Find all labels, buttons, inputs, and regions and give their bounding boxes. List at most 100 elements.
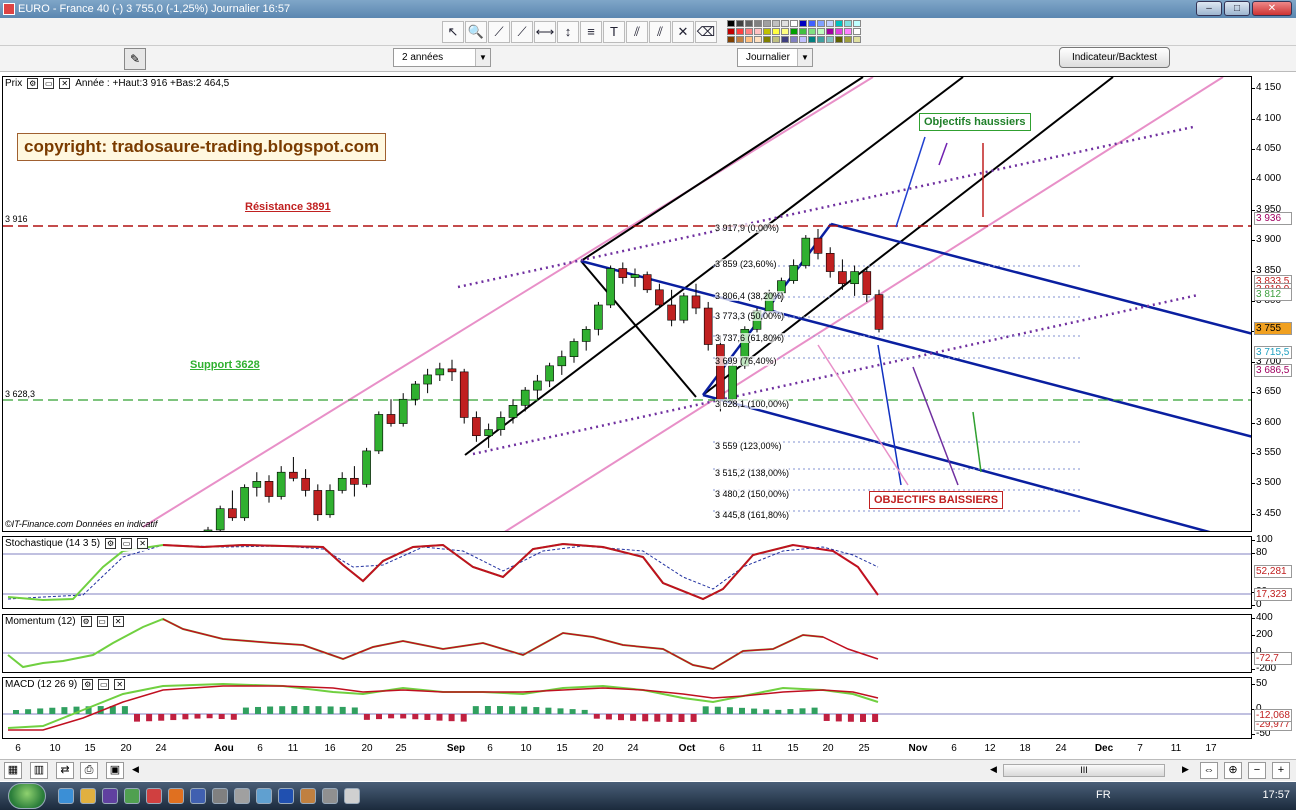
color-swatch[interactable] (835, 20, 843, 27)
scroll-left-icon[interactable]: ◀ (132, 764, 139, 775)
save-icon[interactable]: ▣ (106, 762, 124, 779)
color-swatch[interactable] (817, 36, 825, 43)
color-swatch[interactable] (763, 36, 771, 43)
color-swatch[interactable] (844, 36, 852, 43)
fibonacci-icon[interactable]: ≡ (580, 21, 602, 43)
color-swatch[interactable] (817, 20, 825, 27)
parallel-icon[interactable]: ⫽ (649, 21, 671, 43)
color-swatch[interactable] (826, 36, 834, 43)
color-swatch[interactable] (799, 28, 807, 35)
minimize-button[interactable]: – (1196, 1, 1222, 16)
color-swatch[interactable] (745, 20, 753, 27)
chart-type-icon[interactable]: ▥ (30, 762, 48, 779)
word-icon[interactable] (278, 788, 294, 804)
color-swatch[interactable] (745, 36, 753, 43)
eraser-icon[interactable]: ⌫ (695, 21, 717, 43)
app3-icon[interactable] (212, 788, 228, 804)
start-button[interactable] (8, 783, 46, 809)
folder-icon[interactable] (80, 788, 96, 804)
taskbar-clock[interactable]: 17:57 (1262, 789, 1290, 801)
color-swatch[interactable] (763, 20, 771, 27)
window-icon[interactable]: ▭ (96, 616, 108, 627)
color-swatch[interactable] (772, 28, 780, 35)
color-swatch[interactable] (736, 28, 744, 35)
firefox-icon[interactable] (168, 788, 184, 804)
trendline-icon[interactable]: ⟋ (511, 21, 533, 43)
color-swatch[interactable] (808, 20, 816, 27)
maximize-button[interactable]: □ (1224, 1, 1250, 16)
tools-icon[interactable]: ✕ (672, 21, 694, 43)
ie-icon[interactable] (58, 788, 74, 804)
color-swatch[interactable] (727, 36, 735, 43)
media-icon[interactable] (102, 788, 118, 804)
color-swatch[interactable] (772, 36, 780, 43)
close-icon[interactable]: ✕ (137, 538, 149, 549)
color-swatch[interactable] (772, 20, 780, 27)
indicator-backtest-button[interactable]: Indicateur/Backtest (1059, 47, 1170, 68)
color-swatch[interactable] (817, 28, 825, 35)
fit-icon[interactable]: ⇔ (1200, 762, 1218, 779)
window-icon[interactable]: ▭ (43, 78, 55, 89)
wrench-icon[interactable]: ⚙ (105, 538, 117, 549)
momentum-panel[interactable]: Momentum (12) ⚙ ▭ ✕ (2, 614, 1252, 673)
text-icon[interactable]: T (603, 21, 625, 43)
color-swatch[interactable] (745, 28, 753, 35)
color-swatch[interactable] (844, 28, 852, 35)
scroll-right-icon[interactable]: ▶ (1182, 764, 1189, 775)
app8-icon[interactable] (344, 788, 360, 804)
zoom-out-icon[interactable]: − (1248, 762, 1266, 779)
channel-icon[interactable]: ⫽ (626, 21, 648, 43)
pen-icon[interactable]: ✎ (124, 48, 146, 70)
line-icon[interactable]: ⟋ (488, 21, 510, 43)
color-swatch[interactable] (736, 20, 744, 27)
close-icon[interactable]: ✕ (59, 78, 71, 89)
color-swatch[interactable] (781, 28, 789, 35)
color-swatch[interactable] (754, 36, 762, 43)
color-swatch[interactable] (736, 36, 744, 43)
app-icon[interactable] (124, 788, 140, 804)
color-swatch[interactable] (754, 28, 762, 35)
close-icon[interactable]: ✕ (114, 679, 126, 690)
pointer-icon[interactable]: ↖ (442, 21, 464, 43)
color-swatch[interactable] (790, 28, 798, 35)
wrench-icon[interactable]: ⚙ (27, 78, 39, 89)
color-swatch[interactable] (790, 20, 798, 27)
grid-icon[interactable]: ▦ (4, 762, 22, 779)
scroll-left-icon[interactable]: ◀ (990, 764, 997, 775)
color-swatch[interactable] (835, 28, 843, 35)
app4-icon[interactable] (234, 788, 250, 804)
color-swatch[interactable] (826, 20, 834, 27)
app5-icon[interactable] (256, 788, 272, 804)
app7-icon[interactable] (322, 788, 338, 804)
app6-icon[interactable] (300, 788, 316, 804)
color-swatch[interactable] (799, 20, 807, 27)
color-swatch[interactable] (826, 28, 834, 35)
period-select[interactable]: 2 années ▼ (393, 48, 491, 67)
close-icon[interactable]: ✕ (112, 616, 124, 627)
color-swatch[interactable] (853, 28, 861, 35)
horizontal-line-icon[interactable]: ⟷ (534, 21, 556, 43)
compare-icon[interactable]: ⇄ (56, 762, 74, 779)
zoom-in-icon[interactable]: + (1272, 762, 1290, 779)
price-panel[interactable]: Prix ⚙ ▭ ✕ Année : +Haut:3 916 +Bas:2 46… (2, 76, 1252, 532)
color-swatch[interactable] (853, 36, 861, 43)
color-swatch[interactable] (799, 36, 807, 43)
color-swatch[interactable] (808, 28, 816, 35)
color-swatch[interactable] (781, 36, 789, 43)
color-swatch[interactable] (790, 36, 798, 43)
close-button[interactable]: ✕ (1252, 1, 1292, 16)
wrench-icon[interactable]: ⚙ (80, 616, 92, 627)
print-icon[interactable]: ⎙ (80, 762, 98, 779)
horizontal-scrollbar[interactable]: III (1003, 764, 1165, 777)
color-swatch[interactable] (844, 20, 852, 27)
zoom-icon[interactable]: 🔍 (465, 21, 487, 43)
color-swatch[interactable] (853, 20, 861, 27)
zoom-fit-icon[interactable]: ⊕ (1224, 762, 1242, 779)
color-swatch[interactable] (781, 20, 789, 27)
wrench-icon[interactable]: ⚙ (82, 679, 94, 690)
macd-panel[interactable]: MACD (12 26 9) ⚙ ▭ ✕ (2, 677, 1252, 739)
window-icon[interactable]: ▭ (98, 679, 110, 690)
color-swatch[interactable] (727, 20, 735, 27)
color-swatch[interactable] (727, 28, 735, 35)
stochastic-panel[interactable]: Stochastique (14 3 5) ⚙ ▭ ✕ (2, 536, 1252, 609)
